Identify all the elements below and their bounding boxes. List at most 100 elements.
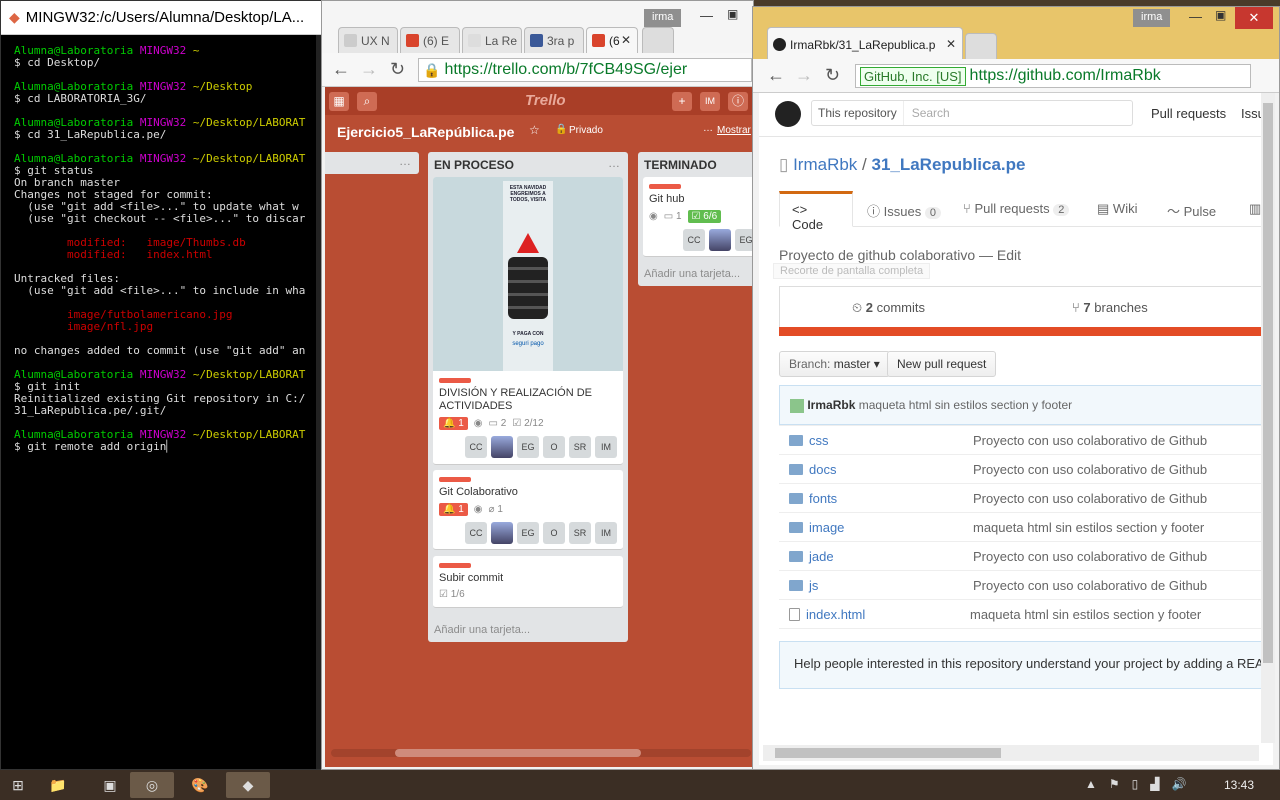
edit-description-link[interactable]: — Edit bbox=[979, 247, 1021, 263]
file-name-link[interactable]: docs bbox=[809, 462, 973, 477]
network-icon[interactable]: ▟ bbox=[1150, 777, 1159, 791]
repo-name-link[interactable]: 31_LaRepublica.pe bbox=[871, 155, 1025, 174]
flag-icon[interactable]: ⚑ bbox=[1109, 777, 1120, 791]
member-cc[interactable]: CC bbox=[465, 522, 487, 544]
list-title[interactable]: TERMINADO bbox=[638, 152, 753, 178]
terminal-output[interactable]: Alumna@Laboratoria MINGW32 ~ $ cd Desktop… bbox=[14, 45, 319, 763]
list-en-proceso[interactable]: EN PROCESO … ESTA NAVIDAD ENGREIMOS A TO… bbox=[428, 152, 628, 642]
minimize-button[interactable]: — bbox=[700, 8, 713, 23]
address-bar[interactable]: 🔒 https://trello.com/b/7fCB49SG/ejer bbox=[418, 58, 752, 82]
tab-trello-active[interactable]: (6 ✕ bbox=[586, 27, 638, 53]
tab-github[interactable]: IrmaRbk/31_LaRepublica.p ✕ bbox=[767, 27, 963, 59]
file-name-link[interactable]: jade bbox=[809, 549, 973, 564]
member-avatar-photo[interactable] bbox=[491, 436, 513, 458]
clock[interactable]: 13:43 bbox=[1224, 778, 1254, 792]
visibility-label[interactable]: Privado bbox=[569, 125, 603, 136]
member-cc[interactable]: CC bbox=[683, 229, 705, 251]
close-tab-icon[interactable]: ✕ bbox=[946, 37, 956, 51]
github-logo-icon[interactable] bbox=[775, 101, 801, 127]
file-row[interactable]: index.html maqueta html sin estilos secti… bbox=[779, 599, 1273, 628]
chrome-taskbar-icon[interactable]: ◎ bbox=[130, 772, 174, 798]
file-row[interactable]: docs Proyecto con uso colaborativo de Git… bbox=[779, 454, 1273, 483]
search-box[interactable]: This repository Search bbox=[811, 100, 1133, 126]
branch-selector[interactable]: Branch: master ▾ bbox=[779, 351, 890, 377]
list-menu-icon[interactable]: … bbox=[608, 156, 620, 170]
new-tab-button[interactable] bbox=[642, 27, 674, 53]
reload-icon[interactable]: ↻ bbox=[390, 59, 405, 80]
forward-icon[interactable]: → bbox=[795, 65, 813, 86]
file-row[interactable]: image maqueta html sin estilos section y … bbox=[779, 512, 1273, 541]
close-tab-icon[interactable]: ✕ bbox=[621, 33, 631, 47]
profile-badge[interactable]: irma bbox=[1133, 9, 1171, 27]
tab-code[interactable]: <> Code bbox=[779, 191, 853, 232]
back-icon[interactable]: ← bbox=[332, 59, 350, 80]
nav-pull-requests[interactable]: Pull requests bbox=[1151, 106, 1226, 121]
search-icon[interactable]: ⌕ bbox=[357, 92, 377, 111]
terminal-taskbar-icon[interactable]: ▣ bbox=[88, 772, 132, 798]
add-card-link[interactable]: Añadir una tarjeta... bbox=[428, 620, 536, 640]
vscroll-thumb[interactable] bbox=[1263, 103, 1273, 663]
trello-browser-window[interactable]: irma — ▣ UX N (6) E La Re 3ra p (6 ✕ ← → … bbox=[321, 0, 754, 770]
file-commit-message[interactable]: maqueta html sin estilos section y foote… bbox=[970, 607, 1201, 622]
member-eg[interactable]: EG bbox=[735, 229, 753, 251]
card-git-colaborativo[interactable]: Git Colaborativo 🔔 1 ◉ ⌀ 1 CC EG O SR IM bbox=[433, 470, 623, 550]
member-avatar[interactable]: IM bbox=[700, 92, 720, 111]
terminal-window[interactable]: ◆ MINGW32:/c/Users/Alumna/Desktop/LA... … bbox=[0, 0, 322, 770]
add-card-link[interactable]: Añadir una tarjeta... bbox=[638, 264, 746, 284]
reload-icon[interactable]: ↻ bbox=[825, 65, 840, 86]
address-bar[interactable]: GitHub, Inc. [US] https://github.com/Irm… bbox=[855, 64, 1251, 88]
tab-issues[interactable]: ⓘ Issues 0 bbox=[867, 201, 941, 220]
file-explorer-icon[interactable]: 📁 bbox=[36, 772, 80, 798]
member-im[interactable]: IM bbox=[595, 522, 617, 544]
volume-icon[interactable]: 🔊 bbox=[1172, 777, 1187, 791]
file-row[interactable]: fonts Proyecto con uso colaborativo de Gi… bbox=[779, 483, 1273, 512]
tab-trello-1[interactable]: (6) E bbox=[400, 27, 460, 53]
file-commit-message[interactable]: Proyecto con uso colaborativo de Github bbox=[973, 491, 1207, 506]
file-row[interactable]: jade Proyecto con uso colaborativo de Git… bbox=[779, 541, 1273, 570]
member-eg[interactable]: EG bbox=[517, 522, 539, 544]
branches-link[interactable]: ⑂ 7 branches bbox=[1072, 300, 1148, 315]
info-icon[interactable]: ⓘ bbox=[728, 92, 748, 111]
tab-pulse[interactable]: 〜 Pulse bbox=[1167, 201, 1216, 220]
minimize-button[interactable]: — bbox=[1189, 9, 1202, 24]
list-terminado[interactable]: TERMINADO Git hub ◉ ▭ 1 ☑ 6/6 CC EG Añad… bbox=[638, 152, 753, 286]
ev-certificate-badge[interactable]: GitHub, Inc. [US] bbox=[860, 66, 966, 86]
file-commit-message[interactable]: Proyecto con uso colaborativo de Github bbox=[973, 578, 1207, 593]
file-name-link[interactable]: image bbox=[809, 520, 973, 535]
file-name-link[interactable]: js bbox=[809, 578, 973, 593]
file-commit-message[interactable]: Proyecto con uso colaborativo de Github bbox=[973, 549, 1207, 564]
github-hscrollbar[interactable] bbox=[763, 745, 1259, 761]
boards-icon[interactable]: ▦ bbox=[329, 92, 349, 111]
git-bash-taskbar-icon[interactable]: ◆ bbox=[226, 772, 270, 798]
maximize-button[interactable]: ▣ bbox=[727, 7, 738, 21]
hscroll-thumb[interactable] bbox=[775, 748, 1001, 758]
list-title[interactable]: EN PROCESO bbox=[428, 152, 628, 178]
card-subir-commit[interactable]: Subir commit ☑ 1/6 bbox=[433, 556, 623, 608]
board-title[interactable]: Ejercicio5_LaRepública.pe bbox=[337, 124, 514, 140]
card-git-hub[interactable]: Git hub ◉ ▭ 1 ☑ 6/6 CC EG bbox=[643, 177, 753, 257]
tab-facebook[interactable]: 3ra p bbox=[524, 27, 584, 53]
graphs-icon[interactable]: ▥ bbox=[1249, 201, 1261, 217]
card-division[interactable]: ESTA NAVIDAD ENGREIMOS A TODOS, VISITA Y… bbox=[433, 177, 623, 465]
board-scrollbar[interactable] bbox=[331, 749, 751, 757]
tab-ux[interactable]: UX N bbox=[338, 27, 398, 53]
commit-message[interactable]: maqueta html sin estilos section y foote… bbox=[859, 398, 1072, 412]
add-icon[interactable]: + bbox=[672, 92, 692, 111]
battery-icon[interactable]: ▯ bbox=[1132, 777, 1139, 791]
member-o[interactable]: O bbox=[543, 436, 565, 458]
new-tab-button[interactable] bbox=[965, 33, 997, 59]
board-scrollbar-thumb[interactable] bbox=[395, 749, 641, 757]
commits-link[interactable]: ⏲ 2 commits bbox=[852, 300, 925, 316]
tab-larepublica[interactable]: La Re bbox=[462, 27, 522, 53]
show-menu-link[interactable]: Mostrar bbox=[717, 125, 751, 136]
file-name-link[interactable]: css bbox=[809, 433, 973, 448]
member-o[interactable]: O bbox=[543, 522, 565, 544]
forward-icon[interactable]: → bbox=[360, 59, 378, 80]
github-browser-window[interactable]: irma — ▣ ✕ IrmaRbk/31_LaRepublica.p ✕ ← →… bbox=[752, 6, 1280, 770]
member-avatar-photo[interactable] bbox=[709, 229, 731, 251]
back-icon[interactable]: ← bbox=[767, 65, 785, 86]
tab-pull-requests[interactable]: ⑂ Pull requests 2 bbox=[963, 201, 1070, 216]
trello-board[interactable]: ▦ ⌕ Trello + IM ⓘ Ejercicio5_LaRepública… bbox=[325, 87, 753, 767]
terminal-titlebar[interactable]: ◆ MINGW32:/c/Users/Alumna/Desktop/LA... bbox=[1, 1, 321, 35]
start-windows-icon[interactable]: ⊞ bbox=[0, 772, 36, 798]
